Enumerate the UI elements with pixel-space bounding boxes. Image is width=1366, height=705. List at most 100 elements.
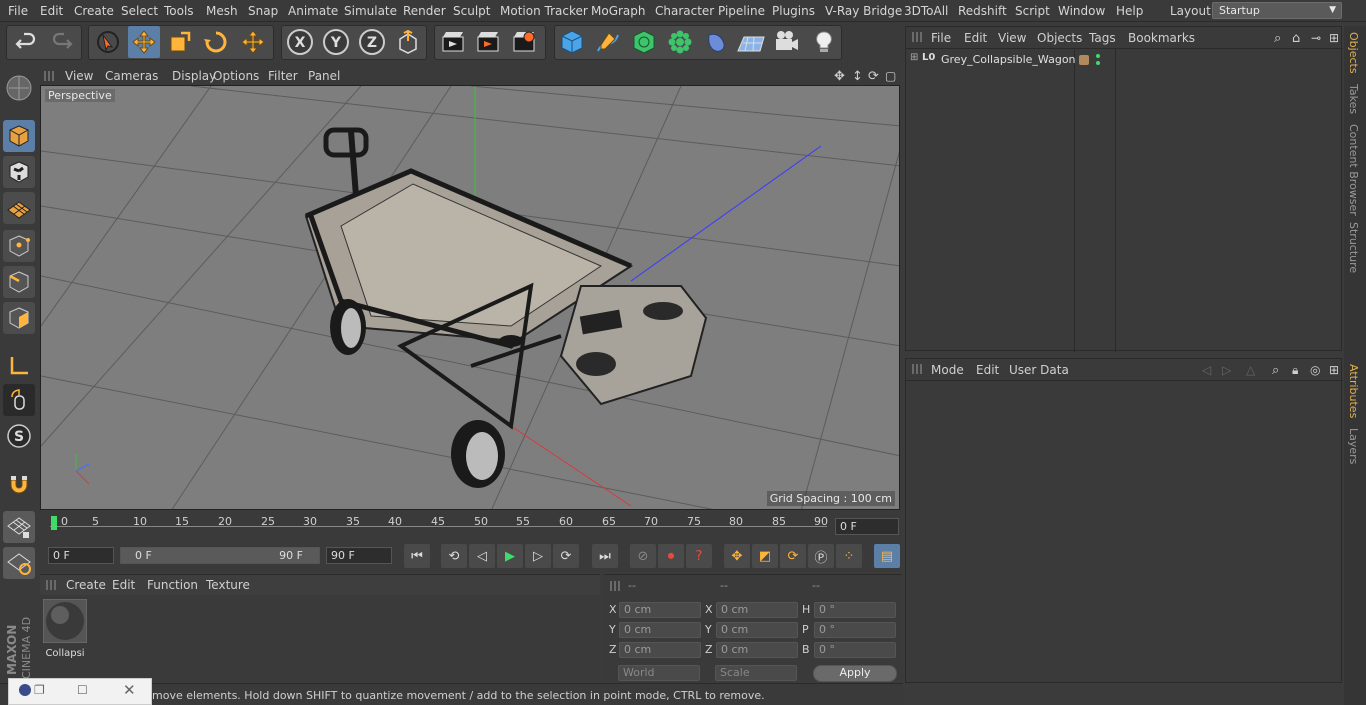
viewport-menu-cameras[interactable]: Cameras xyxy=(105,69,158,83)
menu-plugins[interactable]: Plugins xyxy=(772,4,815,18)
record-keyframe-icon[interactable]: ⊘ xyxy=(630,544,656,568)
pos-z-field[interactable]: 0 cm xyxy=(619,642,701,658)
transform-tool-icon[interactable] xyxy=(237,26,269,58)
pos-x-field[interactable]: 0 cm xyxy=(619,602,701,618)
go-to-start-icon[interactable]: ⏮ xyxy=(404,544,430,568)
rot-b-field[interactable]: 0 ° xyxy=(814,642,896,658)
object-row[interactable]: ⊞ L0 Grey_Collapsible_Wagon xyxy=(906,51,1343,69)
size-y-field[interactable]: 0 cm xyxy=(716,622,798,638)
menu-script[interactable]: Script xyxy=(1015,4,1050,18)
viewport-menu-filter[interactable]: Filter xyxy=(268,69,298,83)
workplane-rotate-icon[interactable] xyxy=(3,547,35,579)
model-mode-icon[interactable] xyxy=(3,120,35,152)
viewport-move-icon[interactable]: ✥ xyxy=(834,69,845,84)
make-editable-icon[interactable] xyxy=(3,72,35,104)
workplane-icon[interactable] xyxy=(3,192,35,224)
layout-dropdown[interactable]: Startup ▼ xyxy=(1212,2,1342,19)
apply-button[interactable]: Apply xyxy=(813,665,897,682)
workplane-lock-icon[interactable] xyxy=(3,511,35,543)
size-x-field[interactable]: 0 cm xyxy=(716,602,798,618)
panel-grip-icon[interactable] xyxy=(912,364,922,374)
light-icon[interactable] xyxy=(808,26,840,58)
object-name[interactable]: Grey_Collapsible_Wagon xyxy=(941,53,1076,66)
attributes-menu-user-data[interactable]: User Data xyxy=(1009,363,1069,377)
viewport-maximize-icon[interactable]: ▢ xyxy=(885,69,896,83)
link-icon[interactable]: ⊸ xyxy=(1311,31,1321,45)
menu-mesh[interactable]: Mesh xyxy=(206,4,238,18)
lock-icon[interactable]: 🔒︎ xyxy=(1292,363,1298,378)
viewport-camera-label[interactable]: Perspective xyxy=(45,89,115,102)
expand-icon[interactable]: ⊞ xyxy=(910,52,918,63)
size-mode-dropdown[interactable]: Scale xyxy=(715,665,797,681)
z-axis-lock-icon[interactable]: Z xyxy=(356,26,388,58)
subdivision-surface-icon[interactable] xyxy=(628,26,660,58)
objects-menu-objects[interactable]: Objects xyxy=(1037,31,1082,45)
menu-render[interactable]: Render xyxy=(403,4,446,18)
start-frame-field[interactable]: 0 F xyxy=(48,547,114,564)
material-menu-create[interactable]: Create xyxy=(66,578,106,592)
close-icon[interactable]: ✕ xyxy=(123,681,136,699)
menu-tools[interactable]: Tools xyxy=(164,4,194,18)
maximize-icon[interactable]: ☐ xyxy=(77,683,88,697)
tab-attributes[interactable]: Attributes xyxy=(1347,364,1360,418)
next-frame-icon[interactable]: ▷ xyxy=(525,544,551,568)
pos-y-field[interactable]: 0 cm xyxy=(619,622,701,638)
tab-structure[interactable]: Structure xyxy=(1347,222,1360,273)
coordinate-mode-dropdown[interactable]: World xyxy=(618,665,700,681)
coordinate-system-icon[interactable] xyxy=(392,26,424,58)
viewport-menu-panel[interactable]: Panel xyxy=(308,69,340,83)
menu-animate[interactable]: Animate xyxy=(288,4,338,18)
scale-tool-icon[interactable] xyxy=(164,26,196,58)
current-frame-field[interactable]: 0 F xyxy=(835,518,899,535)
render-visibility-dot[interactable] xyxy=(1096,61,1100,65)
y-axis-lock-icon[interactable]: Y xyxy=(320,26,352,58)
x-axis-lock-icon[interactable]: X xyxy=(284,26,316,58)
key-position-icon[interactable]: ✥ xyxy=(724,544,750,568)
menu-sculpt[interactable]: Sculpt xyxy=(453,4,490,18)
menu-create[interactable]: Create xyxy=(74,4,114,18)
snap-magnet-icon[interactable] xyxy=(3,467,35,499)
panel-grip-icon[interactable] xyxy=(610,581,620,591)
rot-p-field[interactable]: 0 ° xyxy=(814,622,896,638)
viewport-menu-display[interactable]: Display xyxy=(172,69,216,83)
cube-primitive-icon[interactable] xyxy=(556,26,588,58)
objects-menu-bookmarks[interactable]: Bookmarks xyxy=(1128,31,1195,45)
key-rotation-icon[interactable]: ⟳ xyxy=(780,544,806,568)
material-menu-edit[interactable]: Edit xyxy=(112,578,135,592)
viewport-rotate-icon[interactable]: ⟳ xyxy=(868,69,879,84)
menu-edit[interactable]: Edit xyxy=(40,4,63,18)
viewport-menu-view[interactable]: View xyxy=(65,69,93,83)
tab-content-browser[interactable]: Content Browser xyxy=(1347,124,1360,216)
floor-icon[interactable] xyxy=(735,26,767,58)
menu-file[interactable]: File xyxy=(8,4,28,18)
attributes-menu-edit[interactable]: Edit xyxy=(976,363,999,377)
new-window-icon[interactable]: ⊞ xyxy=(1329,31,1339,45)
menu-character[interactable]: Character xyxy=(655,4,714,18)
rotate-tool-icon[interactable] xyxy=(200,26,232,58)
menu-3dtoall[interactable]: 3DToAll xyxy=(904,4,948,18)
home-icon[interactable]: ⌂ xyxy=(1292,31,1300,46)
menu-mograph[interactable]: MoGraph xyxy=(591,4,646,18)
material-menu-texture[interactable]: Texture xyxy=(206,578,250,592)
tab-takes[interactable]: Takes xyxy=(1347,84,1360,114)
redo-icon[interactable] xyxy=(46,26,78,58)
key-pla-icon[interactable]: ⁘ xyxy=(836,544,862,568)
play-icon[interactable]: ▶ xyxy=(497,544,523,568)
pen-spline-icon[interactable] xyxy=(592,26,624,58)
previous-key-icon[interactable]: ⟲ xyxy=(441,544,467,568)
render-picture-viewer-icon[interactable] xyxy=(472,26,504,58)
preview-range-slider[interactable]: 0 F 90 F xyxy=(120,547,320,564)
objects-menu-tags[interactable]: Tags xyxy=(1089,31,1116,45)
new-window-icon[interactable]: ⊞ xyxy=(1329,363,1339,377)
points-mode-icon[interactable] xyxy=(3,230,35,262)
menu-simulate[interactable]: Simulate xyxy=(344,4,397,18)
texture-mode-icon[interactable] xyxy=(3,156,35,188)
restore-icon[interactable]: ❐ xyxy=(34,683,45,697)
key-parameter-icon[interactable]: Ⓟ xyxy=(808,544,834,568)
search-icon[interactable]: ⌕ xyxy=(1274,31,1281,46)
objects-menu-edit[interactable]: Edit xyxy=(964,31,987,45)
timeline-window-icon[interactable]: ▤ xyxy=(874,544,900,568)
menu-snap[interactable]: Snap xyxy=(248,4,278,18)
render-settings-icon[interactable] xyxy=(508,26,540,58)
deformer-icon[interactable] xyxy=(700,26,732,58)
